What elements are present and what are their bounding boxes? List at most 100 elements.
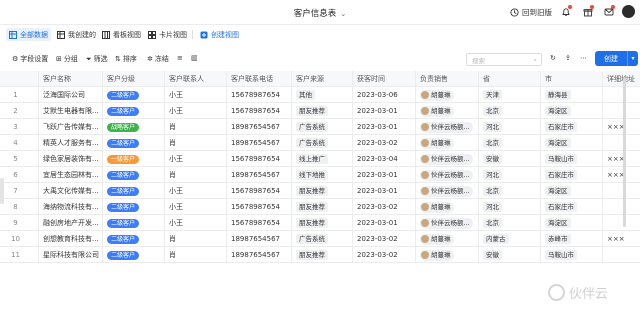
table-cell-address[interactable] [602,103,640,119]
table-cell-name[interactable]: 泛海国际公司 [38,87,102,103]
table-cell-contact[interactable]: 小王 [164,151,226,167]
freeze-label[interactable]: 冻结 [155,54,169,64]
table-cell-name[interactable]: 星际科技有限公司 [38,247,102,263]
table-cell-city[interactable]: 静海县 [540,87,602,103]
table-cell-province[interactable]: 北京 [478,103,540,119]
table-cell-source[interactable]: 其他 [291,87,352,103]
table-cell-source[interactable]: 广告系统 [291,231,352,247]
table-row[interactable]: 7 大禹文化传媒有... 二级客户 小王 15678987654 朋友推荐 2023-03-… [0,183,640,199]
chevron-down-icon[interactable]: ⌄ [340,10,346,18]
table-cell-source[interactable]: 朋友推荐 [291,199,352,215]
avatar[interactable] [622,5,635,18]
table-cell-address[interactable]: ××× [602,151,640,167]
header-cell[interactable]: 客户联系电话 [226,71,291,87]
search-input[interactable]: 搜索 ⌕ [466,53,542,66]
table-cell-date[interactable]: 2023-03-01 [352,167,415,183]
table-cell-city[interactable]: 石家庄市 [540,119,602,135]
refresh-icon[interactable]: ↻ [550,54,556,62]
table-cell-source[interactable]: 朋友推荐 [291,215,352,231]
table-cell-name[interactable]: 飞跃广告传媒有... [38,119,102,135]
table-cell-source[interactable]: 广告系统 [291,119,352,135]
table-cell-date[interactable]: 2023-03-04 [352,151,415,167]
table-cell-address[interactable]: ××× [602,119,640,135]
table-cell-address[interactable] [602,247,640,263]
table-cell-sales[interactable]: 胡蔓琳 [415,247,478,263]
table-cell-source[interactable]: 线下地推 [291,167,352,183]
table-cell-phone[interactable]: 15678987654 [226,183,291,199]
table-row[interactable]: 8 海纳物流科技有... 二级客户 小王 15678987654 朋友推荐 2023-03-… [0,199,640,215]
field-settings-label[interactable]: 字段设置 [20,54,48,64]
table-cell-name[interactable]: 精英人才服务有... [38,135,102,151]
table-cell-contact[interactable]: 肖 [164,247,226,263]
table-cell-address[interactable] [602,215,640,231]
table-cell-level[interactable]: 一级客户 [102,151,164,167]
upload-icon[interactable]: ⇪ [565,54,571,62]
table-cell-phone[interactable]: 18987654567 [226,135,291,151]
create-dropdown-button[interactable]: ▾ [627,51,638,66]
table-cell-name[interactable]: 绿色家居装饰有... [38,151,102,167]
table-cell-contact[interactable]: 肖 [164,231,226,247]
table-cell-province[interactable]: 北京 [478,215,540,231]
table-cell-province[interactable]: 天津 [478,87,540,103]
table-cell-city[interactable]: 赤峰市 [540,231,602,247]
table-cell-phone[interactable]: 15678987654 [226,151,291,167]
table-cell-sales[interactable]: 伙伴云杨额... [415,167,478,183]
header-cell[interactable]: 负责销售 [415,71,478,87]
table-cell-date[interactable]: 2023-03-01 [352,183,415,199]
table-cell-sales[interactable]: 胡蔓琳 [415,103,478,119]
table-row[interactable]: 4 精英人才服务有... 二级客户 肖 18987654567 广告系统 2023-03-0… [0,135,640,151]
tab-kanban[interactable]: 看板视图 [99,28,144,41]
tab-label[interactable]: 看板视图 [113,30,141,40]
table-cell-name[interactable]: 海纳物流科技有... [38,199,102,215]
header-cell[interactable]: 详细地址 [602,71,640,87]
table-row[interactable]: 11 星际科技有限公司 二级客户 肖 18987654567 朋友推荐 2023-03-02… [0,247,640,263]
table-cell-contact[interactable]: 肖 [164,167,226,183]
table-title-text[interactable]: 客户信息表 [294,9,337,19]
table-row[interactable]: 3 飞跃广告传媒有... 战略客户 肖 18987654567 广告系统 2023-03-0… [0,119,640,135]
back-label[interactable]: 回到旧版 [522,7,552,18]
table-cell-city[interactable]: 石家庄市 [540,167,602,183]
table-cell-phone[interactable]: 15678987654 [226,103,291,119]
table-cell-sales[interactable]: 胡蔓琳 [415,87,478,103]
chart-button[interactable]: ▥ [191,54,198,62]
table-cell-city[interactable]: 马鞍山市 [540,151,602,167]
table-cell-sales[interactable]: 胡蔓琳 [415,199,478,215]
table-cell-city[interactable]: 海淀区 [540,135,602,151]
table-cell-name[interactable]: 融创房地产开发... [38,215,102,231]
group-button[interactable]: ⊞ 分组 [56,54,78,64]
create-view-button[interactable]: 创建视图 [197,28,242,41]
group-label[interactable]: 分组 [64,54,78,64]
table-cell-city[interactable]: 石家庄市 [540,199,602,215]
table-row[interactable]: 6 宜居生态园林有... 二级客户 肖 18987654567 线下地推 2023-03-0… [0,167,640,183]
vertical-scrollbar[interactable] [623,77,626,227]
table-cell-contact[interactable]: 小王 [164,183,226,199]
table-cell-level[interactable]: 二级客户 [102,183,164,199]
tab-label[interactable]: 全部数据 [20,30,48,40]
table-cell-name[interactable]: 艾默生电器有限... [38,103,102,119]
left-panel-handle[interactable] [0,178,4,204]
filter-label[interactable]: 筛选 [94,54,108,64]
table-row[interactable]: 5 绿色家居装饰有... 一级客户 小王 15678987654 线上推广 2023-03-… [0,151,640,167]
table-cell-level[interactable]: 二级客户 [102,247,164,263]
header-cell[interactable]: 客户联系人 [164,71,226,87]
back-to-old-version[interactable]: 回到旧版 [510,7,552,18]
table-cell-phone[interactable]: 18987654567 [226,119,291,135]
table-cell-phone[interactable]: 15678987654 [226,87,291,103]
table-cell-contact[interactable]: 小王 [164,103,226,119]
table-cell-level[interactable]: 二级客户 [102,199,164,215]
tab-label[interactable]: 卡片视图 [159,30,187,40]
table-cell-address[interactable] [602,183,640,199]
table-cell-province[interactable]: 内蒙古 [478,231,540,247]
table-cell-contact[interactable]: 肖 [164,135,226,151]
more-icon[interactable]: ⋯ [580,54,587,62]
table-cell-address[interactable] [602,135,640,151]
create-label[interactable]: 创建 [604,54,618,64]
table-cell-level[interactable]: 二级客户 [102,231,164,247]
table-cell-province[interactable]: 北京 [478,135,540,151]
table-cell-province[interactable]: 河北 [478,119,540,135]
table-row[interactable]: 2 艾默生电器有限... 二级客户 小王 15678987654 朋友推荐 2023-03-… [0,103,640,119]
tab-label[interactable]: 我创建的 [68,30,96,40]
table-cell-phone[interactable]: 15678987654 [226,215,291,231]
freeze-button[interactable]: ✲ 冻结 [147,54,169,64]
table-row[interactable]: 10 创想教育科技有... 二级客户 肖 18987654567 广告系统 2023-03-… [0,231,640,247]
